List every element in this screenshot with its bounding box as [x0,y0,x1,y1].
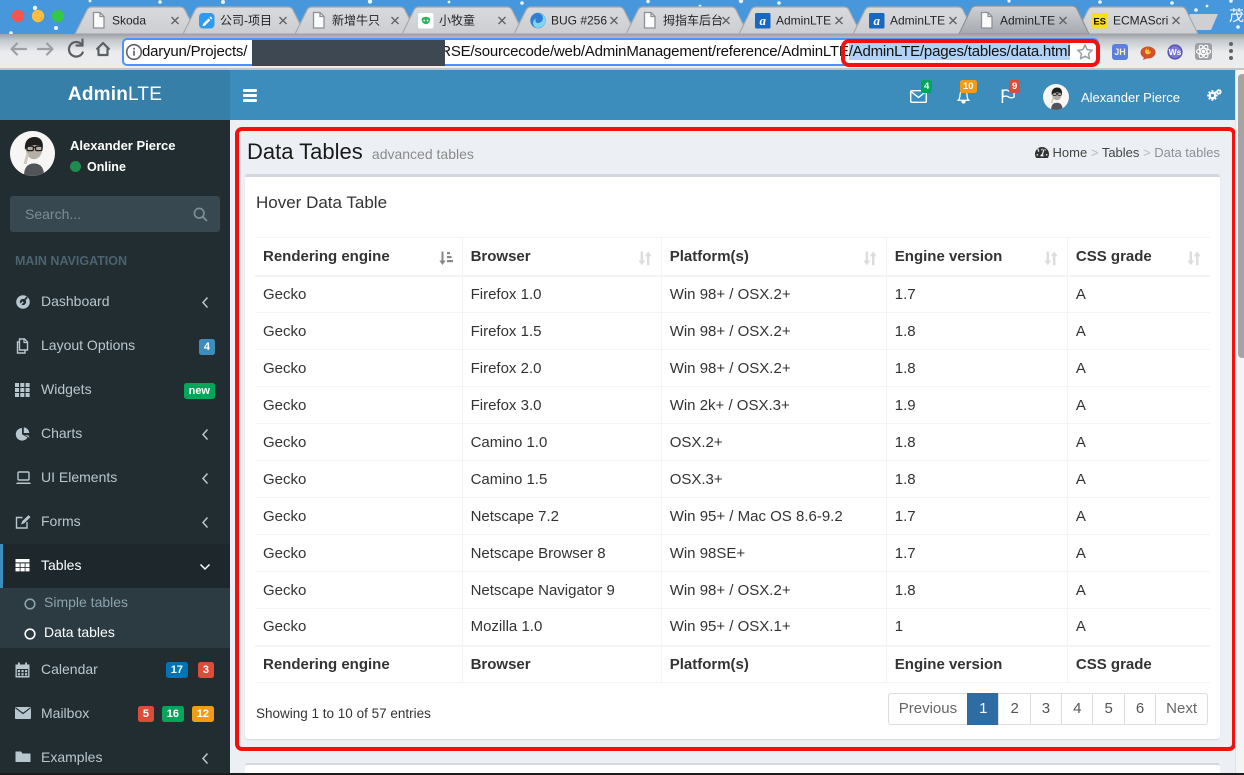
svg-text:拇指车后台: 拇指车后台 [663,13,723,28]
svg-text:Ws: Ws [1169,47,1182,57]
svg-text:a: a [759,13,766,28]
svg-text:公司-项目: 公司-项目 [220,14,272,28]
svg-text:Skoda: Skoda [112,14,146,28]
svg-text:茂: 茂 [1229,8,1244,25]
svg-text:新增牛只: 新增牛只 [332,13,380,28]
svg-text:AdminLTE: AdminLTE [1000,14,1055,28]
svg-text:AdminLTE: AdminLTE [776,14,831,28]
svg-text:小牧童: 小牧童 [439,13,475,28]
svg-text:BUG #256: BUG #256 [551,14,607,28]
svg-text:ES: ES [1093,17,1106,28]
svg-text:ECMAScri: ECMAScri [1113,14,1168,28]
svg-text:AdminLTE: AdminLTE [890,14,945,28]
svg-text:a: a [873,13,880,28]
